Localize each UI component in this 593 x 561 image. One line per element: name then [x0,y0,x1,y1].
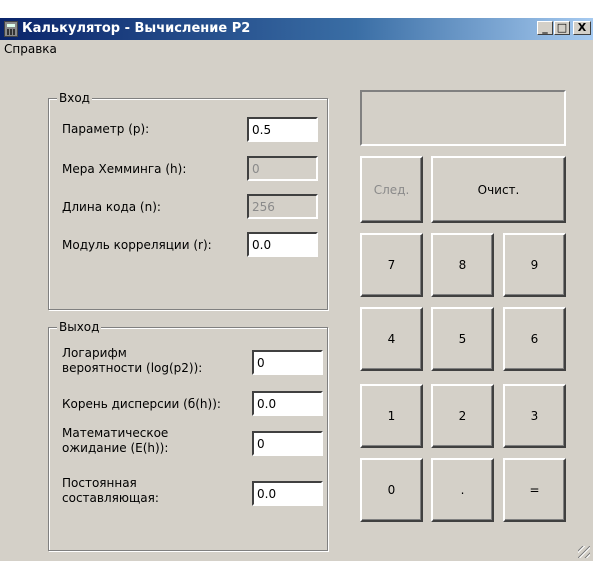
key-3[interactable]: 3 [503,384,566,448]
resize-grip-icon[interactable] [578,546,590,558]
key-2[interactable]: 2 [431,384,494,448]
output-group-title: Выход [57,320,102,334]
menu-bar: Справка [0,40,593,59]
hamming-label: Мера Хемминга (h): [62,162,187,176]
sigma-field[interactable] [252,391,323,416]
correlation-label: Модуль корреляции (r): [62,238,212,252]
key-8[interactable]: 8 [431,233,494,297]
sigma-label: Корень дисперсии (б(h)): [62,397,221,411]
param-label: Параметр (p): [62,122,150,136]
key-5[interactable]: 5 [431,307,494,371]
constant-label-line1: Постоянная [62,476,137,490]
key-6[interactable]: 6 [503,307,566,371]
expectation-label-line1: Математическое [62,426,169,440]
hamming-field [247,156,318,181]
minimize-button[interactable]: _ [537,21,553,35]
constant-field[interactable] [252,481,323,506]
close-button[interactable]: X [573,21,591,35]
result-display [360,90,566,146]
key-9[interactable]: 9 [503,233,566,297]
key-dot[interactable]: . [431,458,494,522]
clear-button[interactable]: Очист. [431,156,566,223]
title-bar[interactable]: Калькулятор - Вычисление Р2 _ □ X [0,18,593,40]
next-button: След. [360,156,423,223]
constant-label-line2: составляющая: [62,491,159,505]
input-group: Вход Параметр (p): Мера Хемминга (h): Дл… [48,91,328,310]
output-group: Выход Логарифм вероятности (log(p2)): Ко… [48,320,328,551]
log-label-line2: вероятности (log(p2)): [62,361,203,375]
key-4[interactable]: 4 [360,307,423,371]
expectation-field[interactable] [252,431,323,456]
window-title: Калькулятор - Вычисление Р2 [22,21,251,36]
key-equals[interactable]: = [503,458,566,522]
code-length-label: Длина кода (n): [62,200,161,214]
correlation-field[interactable] [247,232,318,257]
calculator-window: Калькулятор - Вычисление Р2 _ □ X Справк… [0,18,593,561]
maximize-button[interactable]: □ [554,21,570,35]
key-0[interactable]: 0 [360,458,423,522]
expectation-label-line2: ожидание (E(h)): [62,441,169,455]
log-label-line1: Логарифм [62,346,127,360]
log-field[interactable] [252,350,323,375]
code-length-field [247,194,318,219]
key-7[interactable]: 7 [360,233,423,297]
menu-help[interactable]: Справка [4,42,57,56]
input-group-title: Вход [57,91,92,105]
calculator-icon [4,21,18,37]
param-field[interactable] [247,117,318,142]
key-1[interactable]: 1 [360,384,423,448]
